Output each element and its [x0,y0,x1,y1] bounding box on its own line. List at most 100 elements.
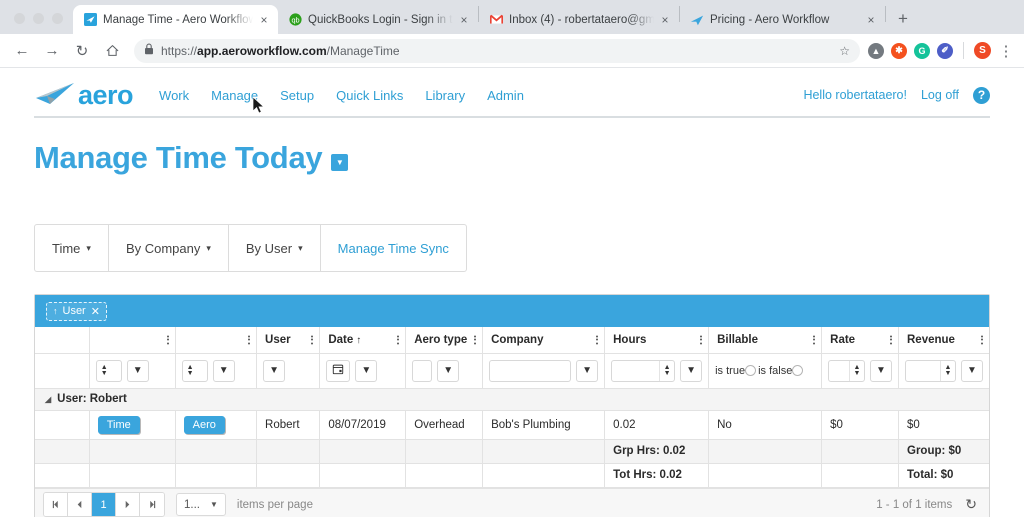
back-icon[interactable]: ← [8,37,36,65]
asterisk-extension-icon[interactable]: ✱ [891,42,907,59]
nav-item-work[interactable]: Work [159,88,189,103]
window-close-button[interactable] [14,13,25,24]
column-menu-icon[interactable] [813,335,816,345]
nav-item-setup[interactable]: Setup [280,88,314,103]
spinner-arrows-icon[interactable]: ▲ ▼ [940,360,955,381]
window-minimize-button[interactable] [33,13,44,24]
filter-input-rate[interactable]: ▲ ▼ [828,359,865,382]
tab-by-company[interactable]: By Company ▾ [109,225,229,271]
spinner-arrows-icon[interactable]: ▲ ▼ [183,361,198,381]
column-header-hours[interactable]: Hours [604,327,710,354]
filter-button[interactable]: ▼ [212,359,235,382]
nav-item-library[interactable]: Library [425,88,465,103]
prev-page-button[interactable] [68,493,92,516]
column-header-billable[interactable]: Billable [708,327,823,354]
filter-button[interactable]: ▼ [680,359,703,382]
filter-input-aero-type[interactable] [412,359,433,382]
column-header-rate[interactable]: Rate [821,327,899,354]
column-menu-icon[interactable] [166,335,169,345]
table-row[interactable]: Time Aero Robert 08/07/2019 Overhead Bob… [35,410,989,440]
page-number-1[interactable]: 1 [92,493,116,516]
window-zoom-button[interactable] [52,13,63,24]
help-icon[interactable]: ? [973,86,990,104]
new-tab-button[interactable]: + [890,6,916,32]
next-page-button[interactable] [116,493,140,516]
browser-tab-manage-time[interactable]: Manage Time - Aero Workflow × [73,5,278,34]
aero-pill-button[interactable]: Aero [183,415,225,434]
tab-by-user[interactable]: By User ▾ [229,225,321,271]
group-row-user-robert[interactable]: ◢ User: Robert [35,388,989,411]
column-menu-icon[interactable] [474,335,477,345]
column-header-company[interactable]: Company [482,327,606,354]
last-page-button[interactable] [140,493,164,516]
column-menu-icon[interactable] [981,335,983,345]
group-chip-user[interactable]: ↑ User ✕ [46,301,107,321]
brand-logo[interactable]: aero [34,79,134,112]
refresh-icon[interactable]: ↻ [965,496,977,513]
column-header-revenue[interactable]: Revenue [898,327,989,354]
spinner-arrows-icon[interactable]: ▲ ▼ [97,361,112,381]
profile-avatar[interactable]: S [974,42,991,59]
items-per-page-select[interactable]: 1... ▼ [176,493,226,516]
reload-icon[interactable]: ↻ [68,37,96,65]
pager-buttons: 1 [43,492,165,517]
filter-spinner[interactable]: ▲ ▼ [95,359,122,382]
filter-button[interactable]: ▼ [961,359,983,382]
nav-item-admin[interactable]: Admin [487,88,524,103]
chevron-down-icon[interactable]: ▼ [331,153,349,171]
column-header-blank2[interactable] [89,327,176,354]
column-header-date[interactable]: Date ↑ [319,327,407,354]
filter-input-revenue[interactable]: ▲ ▼ [905,359,956,382]
filter-spinner[interactable]: ▲ ▼ [181,359,208,382]
filter-button[interactable]: ▼ [263,359,286,382]
filter-button[interactable]: ▼ [576,359,599,382]
column-menu-icon[interactable] [397,335,400,345]
close-icon[interactable]: × [457,14,471,26]
address-bar[interactable]: https://app.aeroworkflow.com/ManageTime … [134,38,860,63]
bookmark-star-icon[interactable]: ☆ [839,44,850,58]
filter-input-hours[interactable]: ▲ ▼ [611,359,676,382]
nav-item-quick-links[interactable]: Quick Links [336,88,403,103]
close-icon[interactable]: ✕ [91,305,100,318]
time-pill-button[interactable]: Time [97,415,140,434]
column-header-source[interactable] [175,327,258,354]
date-picker-button[interactable] [326,359,351,382]
column-menu-icon[interactable] [596,335,599,345]
column-header-user[interactable]: User [256,327,321,354]
forward-icon[interactable]: → [38,37,66,65]
close-icon[interactable]: × [658,14,672,26]
browser-tab-inbox[interactable]: Inbox (4) - robertataero@gmai × [479,5,679,34]
close-icon[interactable]: × [257,14,271,26]
filter-button[interactable]: ▼ [355,359,378,382]
blue-extension-icon[interactable]: ✐ [937,42,953,59]
close-icon[interactable]: × [864,14,878,26]
drive-extension-icon[interactable]: ▲ [868,42,884,59]
tab-manage-time-sync[interactable]: Manage Time Sync [321,225,466,271]
column-header-aero-type[interactable]: Aero type [405,327,484,354]
column-menu-icon[interactable] [248,335,251,345]
column-menu-icon[interactable] [311,335,314,345]
group-by-bar[interactable]: ↑ User ✕ [35,295,989,327]
grammarly-extension-icon[interactable]: G [914,42,930,59]
greeting-link[interactable]: Hello robertataero! [803,88,907,102]
browser-menu-icon[interactable]: ⋮ [998,37,1014,65]
column-menu-icon[interactable] [700,335,703,345]
collapse-triangle-icon[interactable]: ◢ [45,395,51,404]
spinner-arrows-icon[interactable]: ▲ ▼ [659,360,674,381]
billable-is-false-radio[interactable] [792,365,804,376]
cell-aero-button[interactable]: Aero [175,410,258,440]
filter-input-company[interactable] [489,359,572,382]
filter-button[interactable]: ▼ [437,359,460,382]
logoff-link[interactable]: Log off [921,88,959,102]
first-page-button[interactable] [44,493,68,516]
cell-time-button[interactable]: Time [89,410,176,440]
spinner-arrows-icon[interactable]: ▲ ▼ [849,360,864,381]
browser-tab-quickbooks[interactable]: qb QuickBooks Login - Sign in to Q × [278,5,478,34]
column-menu-icon[interactable] [890,335,892,345]
billable-is-true-radio[interactable] [745,365,757,376]
filter-button[interactable]: ▼ [870,359,892,382]
browser-tab-pricing[interactable]: Pricing - Aero Workflow × [680,5,885,34]
tab-time[interactable]: Time ▾ [35,225,109,271]
home-icon[interactable] [98,37,126,65]
filter-button[interactable]: ▼ [126,359,149,382]
